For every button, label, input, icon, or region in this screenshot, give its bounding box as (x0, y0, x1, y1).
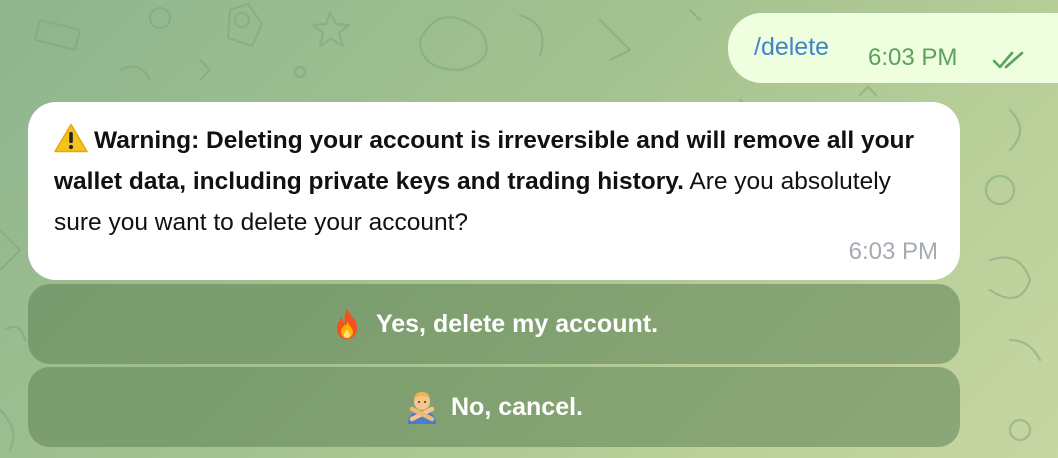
double-check-icon (992, 51, 1024, 69)
person-gesturing-no-icon (408, 392, 436, 424)
warning-message-text: Warning: Deleting your account is irreve… (54, 120, 934, 243)
delete-command-link[interactable]: /delete (754, 33, 829, 62)
outgoing-message-bubble: /delete 6:03 PM (728, 13, 1058, 83)
confirm-delete-label: Yes, delete my account. (375, 309, 659, 338)
confirm-delete-button[interactable]: Yes, delete my account. (28, 284, 960, 364)
fire-icon (336, 309, 357, 339)
cancel-button[interactable]: No, cancel. (28, 367, 960, 447)
cancel-label: No, cancel. (451, 392, 583, 421)
outgoing-message-time: 6:03 PM (868, 44, 958, 71)
incoming-message-bubble: Warning: Deleting your account is irreve… (28, 102, 960, 280)
incoming-message-time: 6:03 PM (848, 238, 938, 265)
warning-icon (54, 123, 88, 153)
